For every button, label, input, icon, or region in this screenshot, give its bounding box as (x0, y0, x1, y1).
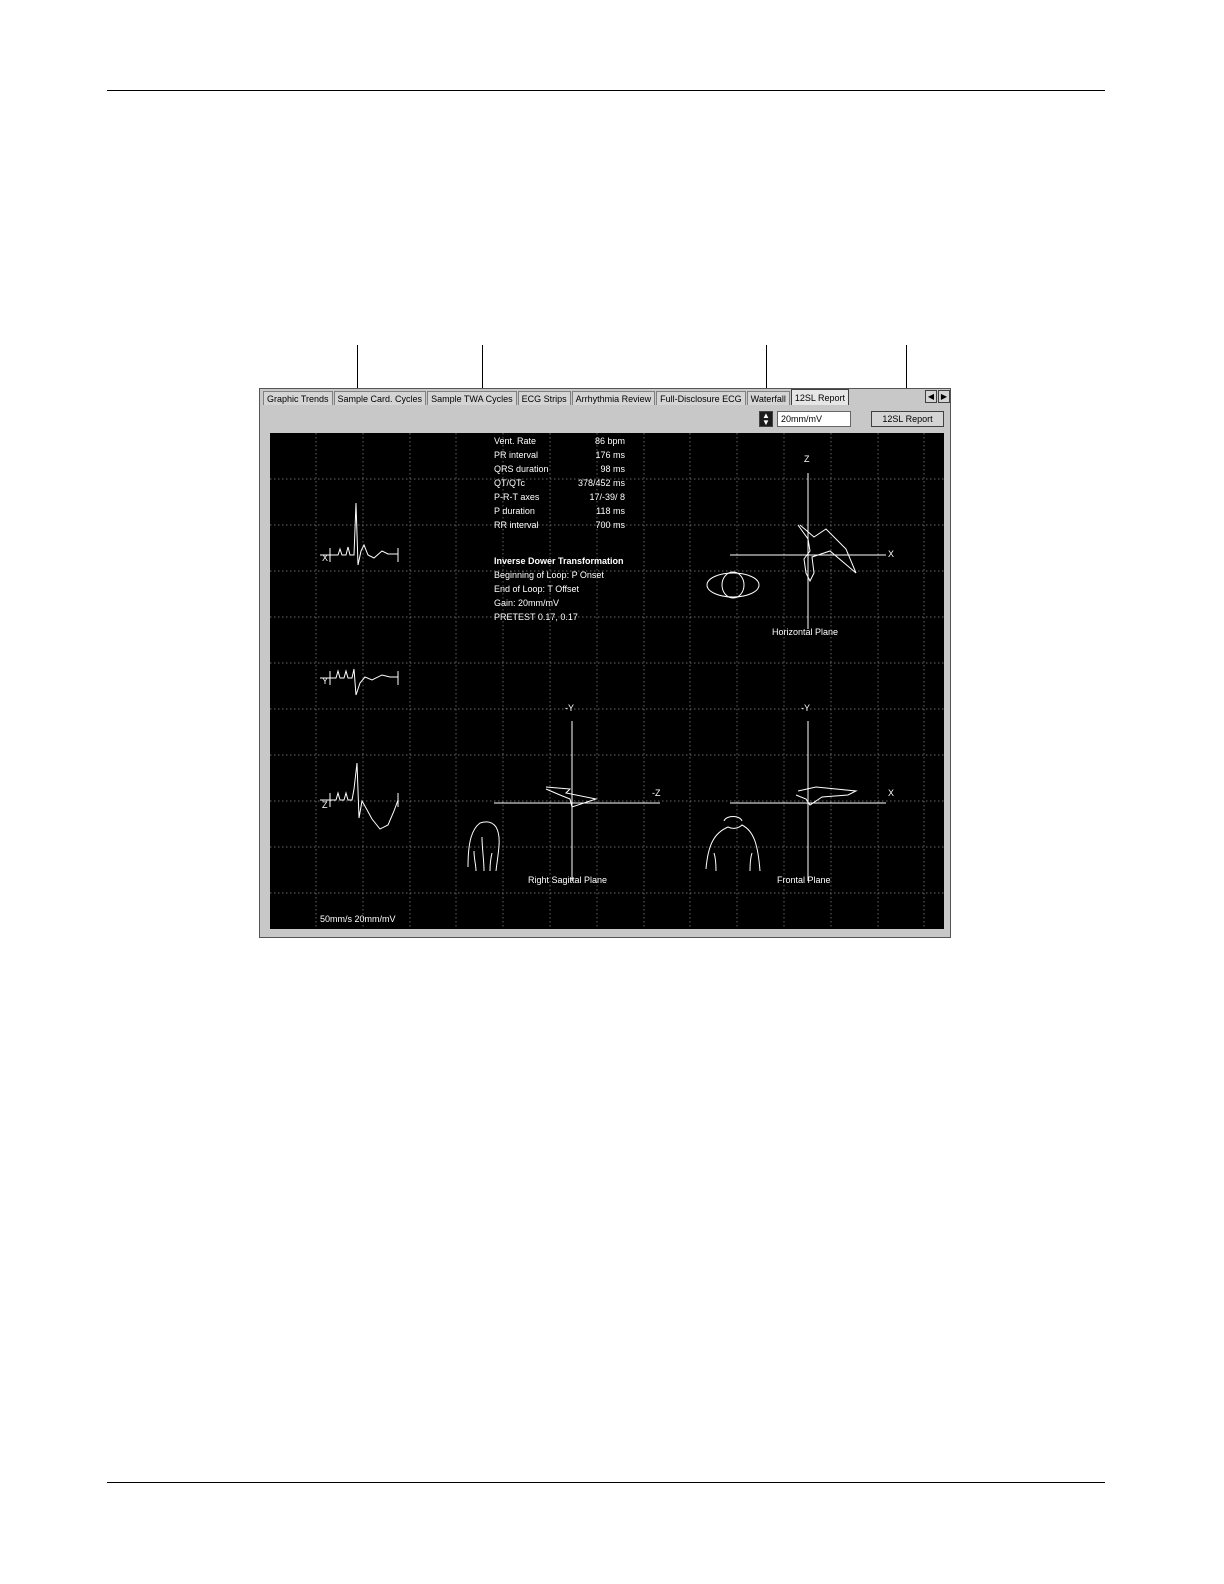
horizontal-axis-h-label: X (888, 549, 895, 559)
transformation-line: PRETEST 0.17, 0.17 (494, 612, 578, 622)
measurement-value: 86 bpm (594, 436, 625, 446)
measurement-value: 378/452 ms (577, 478, 625, 488)
measurement-value: 98 ms (600, 464, 625, 474)
frontal-plane-label: Frontal Plane (777, 875, 831, 885)
measurement-label: QRS duration (494, 464, 549, 474)
tab-ecg-strips[interactable]: ECG Strips (517, 391, 571, 405)
sagittal-plane-label: Right Sagittal Plane (528, 875, 608, 885)
measurement-label: P duration (494, 506, 535, 516)
sagittal-axis-v-label: -Y (565, 703, 574, 713)
ecg-display-panel: X Y Z Vent. Rate 86 bpm PR interval 176 … (270, 433, 944, 929)
lead-y-trace (320, 668, 399, 696)
report-window: Graphic Trends Sample Card. Cycles Sampl… (259, 388, 951, 938)
frontal-axis-h-label: X (888, 788, 895, 798)
tab-scroll: ◀ ▶ (924, 390, 950, 403)
measurement-label: P-R-T axes (494, 492, 540, 502)
measurement-label: PR interval (494, 450, 539, 460)
transformation-line: Gain: 20mm/mV (494, 598, 560, 608)
tab-waterfall[interactable]: Waterfall (746, 391, 790, 405)
tab-bar: Graphic Trends Sample Card. Cycles Sampl… (263, 389, 850, 406)
horizontal-plane (706, 473, 886, 629)
tab-12sl-report[interactable]: 12SL Report (790, 389, 850, 405)
speed-gain-footer: 50mm/s 20mm/mV (320, 914, 396, 924)
sagittal-axis-h-label: -Z (652, 788, 661, 798)
header-rule (107, 90, 1105, 91)
lead-z-trace (320, 762, 399, 830)
tab-full-disclosure-ecg[interactable]: Full-Disclosure ECG (656, 391, 746, 405)
frontal-axis-v-label: -Y (801, 703, 810, 713)
transformation-line: Beginning of Loop: P Onset (494, 570, 604, 580)
measurement-label: RR interval (494, 520, 539, 530)
tab-arrhythmia-review[interactable]: Arrhythmia Review (571, 391, 656, 405)
measurement-value: 17/-39/ 8 (589, 492, 625, 502)
lead-x-trace (320, 502, 399, 566)
measurement-value: 700 ms (595, 520, 625, 530)
measurement-value: 176 ms (595, 450, 625, 460)
tab-scroll-right-icon[interactable]: ▶ (938, 390, 950, 403)
scale-spinner-icon[interactable]: ▲ ▼ (759, 411, 773, 427)
lead-y-label: Y (322, 676, 329, 686)
horizontal-axis-v-label: Z (804, 454, 810, 464)
footer-rule (107, 1482, 1105, 1483)
transformation-title: Inverse Dower Transformation (494, 556, 624, 566)
tab-scroll-left-icon[interactable]: ◀ (925, 390, 937, 403)
transformation-line: End of Loop: T Offset (494, 584, 580, 594)
measurement-label: Vent. Rate (494, 436, 537, 446)
tab-sample-card-cycles[interactable]: Sample Card. Cycles (333, 391, 427, 405)
horizontal-plane-label: Horizontal Plane (772, 627, 839, 637)
12sl-report-button[interactable]: 12SL Report (871, 411, 944, 427)
tab-sample-twa-cycles[interactable]: Sample TWA Cycles (427, 391, 517, 405)
tab-graphic-trends[interactable]: Graphic Trends (263, 391, 333, 405)
measurement-label: QT/QTc (494, 478, 525, 488)
scale-input[interactable]: 20mm/mV (777, 411, 851, 427)
lead-z-label: Z (322, 800, 328, 810)
lead-x-label: X (322, 553, 329, 563)
measurement-value: 118 ms (596, 506, 625, 516)
